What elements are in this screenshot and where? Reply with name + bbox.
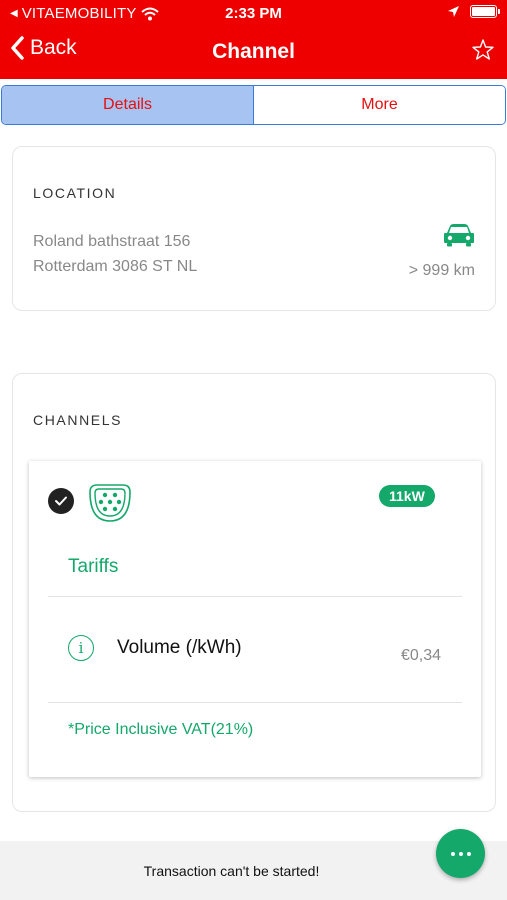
nav-bar: Back Channel [0,28,507,79]
info-glyph: i [78,638,84,657]
more-dots-icon [466,851,471,856]
more-dots-icon [450,851,455,856]
battery-icon [470,5,500,18]
more-actions-button[interactable] [436,829,485,878]
transaction-message: Transaction can't be started! [143,863,320,879]
location-arrow-icon [448,6,459,17]
vat-note: *Price Inclusive VAT(21%) [68,721,254,738]
divider [48,702,462,703]
connector-icon [89,484,131,522]
channels-card: CHANNELS 11kW Tariffs i Volume (/kWh) €0… [12,373,496,812]
checkmark-glyph [55,496,67,506]
more-dots-icon [458,851,463,856]
tab-details[interactable]: Details [2,86,254,124]
car-icon[interactable] [443,223,475,247]
status-time: 2:33 PM [225,5,282,22]
star-icon [472,39,494,60]
channels-section-title: CHANNELS [33,412,123,428]
segmented-tabs: Details More [1,85,506,125]
tariff-name: Volume (/kWh) [117,637,242,658]
tab-more[interactable]: More [254,86,505,124]
tariffs-label: Tariffs [68,556,119,577]
address-street: Roland bathstraat 156 [33,233,191,250]
divider [48,596,462,597]
location-section-title: LOCATION [33,185,117,201]
bottom-status-bar: Transaction can't be started! [0,841,507,900]
distance-label: > 999 km [408,262,475,279]
battery-level [472,7,495,16]
app-header: ◀ VITAEMOBILITY 2:33 PM Back Channel [0,0,507,79]
page-title: Channel [212,40,295,63]
address-city: Rotterdam 3086 ST NL [33,258,198,275]
check-icon[interactable] [48,488,74,514]
channel-item[interactable]: 11kW Tariffs i Volume (/kWh) €0,34 *Pric… [29,461,481,777]
power-badge: 11kW [379,485,435,507]
favorite-button[interactable] [471,38,495,67]
tariff-price: €0,34 [400,647,441,664]
status-bar-right [447,5,500,18]
status-bar: ◀ VITAEMOBILITY 2:33 PM [0,0,507,28]
location-card: LOCATION Roland bathstraat 156 Rotterdam… [12,146,496,311]
info-icon[interactable]: i [68,635,94,661]
